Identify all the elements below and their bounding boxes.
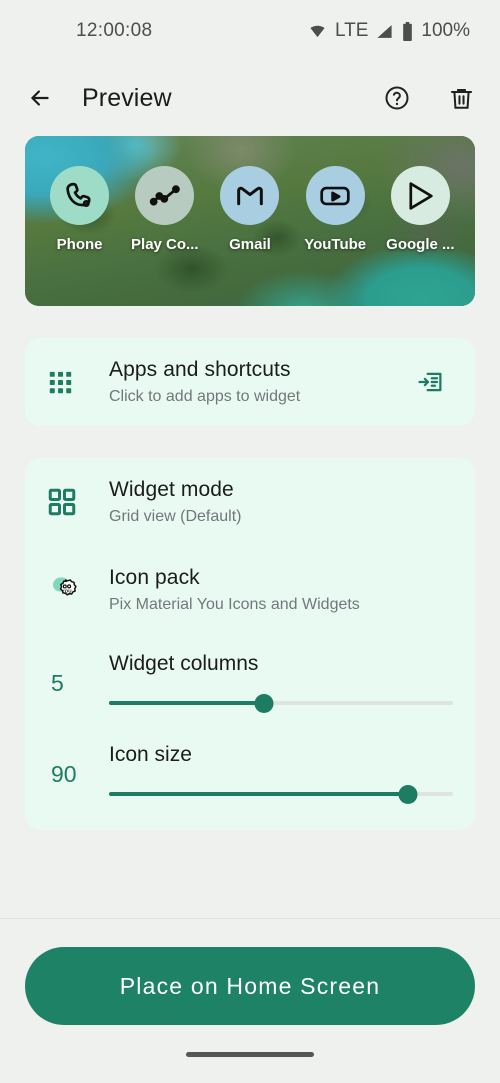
preview-app-gmail[interactable]: Gmail	[213, 166, 287, 253]
back-arrow-icon[interactable]	[20, 78, 60, 118]
widget-mode-row[interactable]: Widget mode Grid view (Default)	[47, 458, 453, 546]
widget-mode-subtitle: Grid view (Default)	[109, 508, 242, 525]
slider-fill	[109, 792, 409, 796]
widget-columns-body: Widget columns	[109, 652, 453, 714]
preview-app-google-play[interactable]: Google ...	[383, 166, 457, 253]
widget-grid-icon	[47, 487, 109, 517]
app-bar: Preview	[0, 62, 500, 134]
preview-app-label: Phone	[56, 236, 103, 253]
preview-app-label: Gmail	[229, 236, 271, 253]
gesture-nav-bar	[25, 1025, 475, 1083]
widget-columns-row: 5 Widget columns	[47, 634, 453, 732]
slider-thumb[interactable]	[398, 784, 418, 804]
preview-app-label: YouTube	[304, 236, 367, 253]
gmail-icon	[220, 166, 280, 225]
apps-and-shortcuts-text: Apps and shortcuts Click to add apps to …	[109, 358, 409, 406]
slider-thumb[interactable]	[254, 693, 274, 713]
preview-app-play-console[interactable]: Play Co...	[128, 166, 202, 253]
help-circle-icon[interactable]	[380, 81, 414, 115]
play-console-icon	[135, 166, 195, 225]
icon-pack-subtitle: Pix Material You Icons and Widgets	[109, 596, 360, 613]
trash-icon[interactable]	[444, 81, 478, 115]
app-screen: 12:00:08 LTE 100% Preview Phone Play Co.…	[0, 0, 500, 1083]
widget-mode-title: Widget mode	[109, 478, 234, 501]
wifi-icon	[307, 23, 328, 40]
icon-size-slider[interactable]	[109, 783, 453, 805]
preview-app-youtube[interactable]: YouTube	[298, 166, 372, 253]
widget-settings-card: Widget mode Grid view (Default) YOU Icon…	[25, 458, 475, 830]
status-indicators: LTE 100%	[307, 20, 470, 42]
battery-percent-label: 100%	[421, 20, 470, 41]
widget-columns-slider[interactable]	[109, 692, 453, 714]
widget-columns-value: 5	[51, 669, 64, 696]
icon-size-body: Icon size	[109, 743, 453, 805]
icon-pack-title: Icon pack	[109, 566, 200, 589]
page-title: Preview	[82, 83, 172, 112]
preview-app-row: Phone Play Co... Gmail YouTube Google ..…	[25, 166, 475, 253]
preview-app-phone[interactable]: Phone	[43, 166, 117, 253]
network-type-label: LTE	[334, 20, 369, 41]
battery-icon	[401, 21, 414, 41]
widget-columns-label: Widget columns	[109, 652, 259, 675]
add-to-widget-icon[interactable]	[409, 367, 453, 397]
icon-size-value: 90	[51, 760, 77, 787]
signal-icon	[375, 23, 394, 40]
settings-scroll-area: Phone Play Co... Gmail YouTube Google ..…	[0, 134, 500, 918]
icon-pack-badge-icon: YOU	[47, 572, 109, 608]
home-gesture-pill[interactable]	[186, 1051, 314, 1057]
status-bar: 12:00:08 LTE 100%	[0, 0, 500, 62]
apps-grid-icon	[47, 369, 109, 396]
icon-pack-row[interactable]: YOU Icon pack Pix Material You Icons and…	[47, 546, 453, 634]
widget-preview[interactable]: Phone Play Co... Gmail YouTube Google ..…	[25, 136, 475, 306]
status-clock: 12:00:08	[76, 20, 153, 41]
place-on-home-screen-button[interactable]: Place on Home Screen	[25, 947, 475, 1025]
youtube-icon	[305, 166, 365, 225]
icon-pack-text: Icon pack Pix Material You Icons and Wid…	[109, 566, 453, 614]
apps-and-shortcuts-title: Apps and shortcuts	[109, 358, 291, 381]
bottom-action-bar: Place on Home Screen	[0, 918, 500, 1083]
apps-and-shortcuts-subtitle: Click to add apps to widget	[109, 388, 301, 405]
apps-and-shortcuts-card: Apps and shortcuts Click to add apps to …	[25, 338, 475, 426]
apps-and-shortcuts-row[interactable]: Apps and shortcuts Click to add apps to …	[47, 338, 453, 426]
icon-size-row: 90 Icon size	[47, 732, 453, 830]
icon-size-label: Icon size	[109, 743, 192, 766]
google-play-icon	[390, 166, 450, 225]
phone-icon	[50, 166, 110, 225]
preview-app-label: Google ...	[386, 236, 455, 253]
preview-app-label: Play Co...	[131, 236, 199, 253]
slider-fill	[109, 701, 264, 705]
app-bar-actions	[380, 81, 478, 115]
widget-mode-text: Widget mode Grid view (Default)	[109, 478, 453, 526]
svg-text:YOU: YOU	[62, 588, 73, 593]
